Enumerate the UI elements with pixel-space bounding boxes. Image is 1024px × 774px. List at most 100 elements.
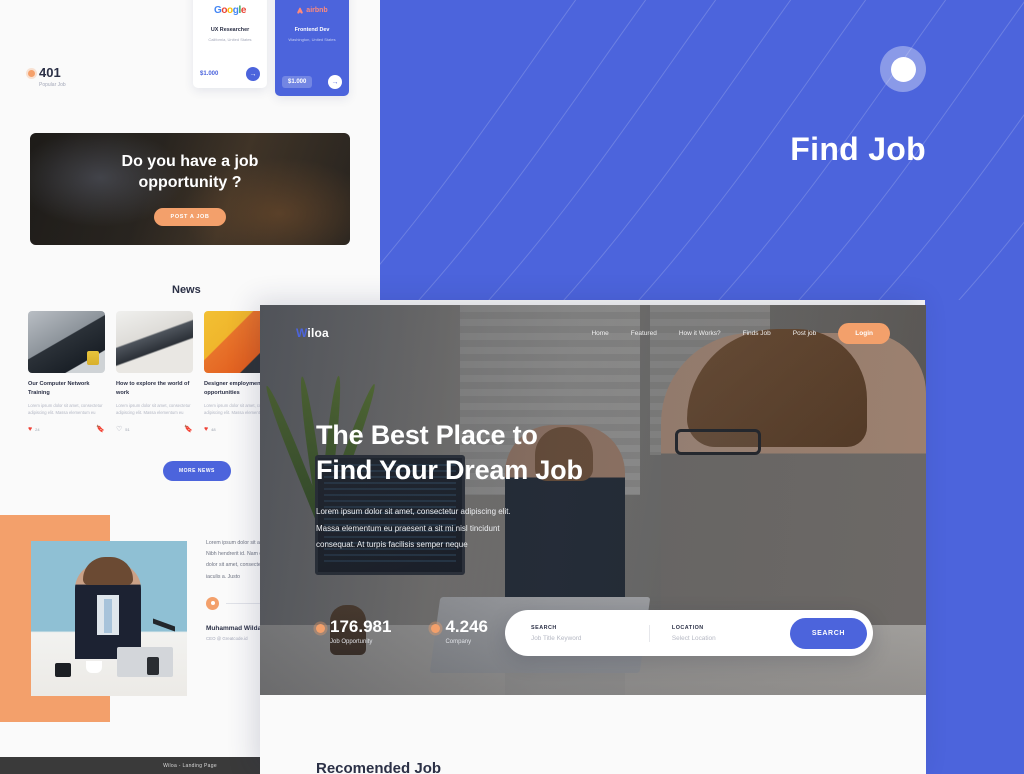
desk-object-left <box>55 663 71 677</box>
hero-stats: 176.981 Job Opportunity 4.246 Company <box>316 618 488 645</box>
search-label: SEARCH <box>531 624 557 631</box>
heart-filled-icon[interactable]: ♥ <box>204 426 208 433</box>
stat-value: 176.981 <box>330 617 392 636</box>
hero-title: The Best Place to Find Your Dream Job <box>316 418 583 487</box>
news-card-excerpt: Lorem ipsum dolor sit amet, consectetur … <box>116 403 191 416</box>
like-group[interactable]: ♥ 48 <box>204 426 216 433</box>
coffee-cup <box>86 661 102 673</box>
nav-item-post-job[interactable]: Post job <box>793 330 817 337</box>
job-card-salary: $1.000 <box>200 71 219 77</box>
like-group[interactable]: ♥ 24 <box>28 426 40 433</box>
location-label: LOCATION <box>671 624 704 631</box>
nav-item-finds-job[interactable]: Finds Job <box>743 330 771 337</box>
cta-banner: Do you have a job opportunity ? POST A J… <box>30 133 350 245</box>
news-card-meta: ♥ 24 🔖 <box>28 426 105 433</box>
news-card-title: Our Computer Network Training <box>28 381 90 396</box>
circle-badge-icon <box>880 46 926 92</box>
stat-company: 4.246 Company <box>431 618 488 645</box>
cta-title: Do you have a job opportunity ? <box>122 152 259 194</box>
cta-title-line2: opportunity ? <box>138 174 242 191</box>
testimonial-person-tie <box>104 599 112 633</box>
job-card-salary: $1.000 <box>282 76 313 88</box>
hero-section: Wiloa Home Featured How it Works? Finds … <box>260 305 926 695</box>
circle-badge-inner <box>890 56 916 82</box>
stat-dot-icon <box>431 624 441 633</box>
heart-filled-icon[interactable]: ♥ <box>28 426 32 433</box>
stat-label: Job Opportunity <box>330 639 373 645</box>
hero-paragraph: Lorem ipsum dolor sit amet, consectetur … <box>316 504 583 554</box>
bookmark-icon[interactable]: 🔖 <box>184 426 193 433</box>
nav-item-how-it-works[interactable]: How it Works? <box>679 330 721 337</box>
more-news-button[interactable]: MORE NEWS <box>163 461 231 481</box>
hero-paragraph-line2: Massa elementum eu praesent a sit mi nis… <box>316 523 500 533</box>
stat-label: Company <box>445 639 472 645</box>
hero-title-line2: Find Your Dream Job <box>316 454 583 485</box>
hero-paragraph-line3: consequat. At turpis facilisis semper ne… <box>316 540 468 550</box>
arrow-right-icon[interactable]: → <box>246 67 260 81</box>
search-location-field[interactable]: LOCATION Select Location <box>648 624 790 642</box>
laptop <box>117 647 173 677</box>
login-button[interactable]: Login <box>838 322 890 344</box>
wave-lines-decoration <box>380 0 1024 300</box>
hero-copy: The Best Place to Find Your Dream Job Lo… <box>316 418 583 554</box>
like-count: 48 <box>211 426 216 432</box>
landing-page-mockup: Wiloa Home Featured How it Works? Finds … <box>260 305 926 774</box>
hero-title-line1: The Best Place to <box>316 420 538 450</box>
stat-job-opportunity: 176.981 Job Opportunity <box>316 618 391 645</box>
nav-item-featured[interactable]: Featured <box>631 330 657 337</box>
stat-dot-icon <box>28 70 35 77</box>
like-count: 51 <box>125 426 130 432</box>
news-card[interactable]: Our Computer Network Training Lorem ipsu… <box>28 311 105 433</box>
cta-title-line1: Do you have a job <box>121 153 259 171</box>
google-logo: Google <box>213 4 247 16</box>
airbnb-logo: airbnb <box>296 5 328 16</box>
recommended-job-heading: Recomended Job <box>316 760 442 774</box>
job-card-title: UX Researcher <box>210 27 250 33</box>
like-group[interactable]: ♡ 51 <box>116 426 130 433</box>
job-card-list: Google UX Researcher California, United … <box>193 0 349 96</box>
news-thumbnail <box>28 311 105 373</box>
navbar: Wiloa Home Featured How it Works? Finds … <box>260 305 926 361</box>
job-search-bar: SEARCH Job Title Keyword LOCATION Select… <box>505 610 873 656</box>
job-card-title: Frontend Dev <box>294 27 330 33</box>
search-keyword-field[interactable]: SEARCH Job Title Keyword <box>531 625 649 642</box>
nav-links: Home Featured How it Works? Finds Job Po… <box>591 322 890 344</box>
blue-backdrop-panel-lower <box>925 300 1024 774</box>
job-card-footer: $1.000 → <box>282 75 342 89</box>
testimonial-person-hair <box>83 557 133 585</box>
arrow-right-icon[interactable]: → <box>328 75 342 89</box>
stat-dot-icon <box>316 624 325 633</box>
job-card-airbnb[interactable]: airbnb Frontend Dev Washington, United S… <box>275 0 349 96</box>
job-card-google[interactable]: Google UX Researcher California, United … <box>193 0 267 88</box>
testimonial-photo <box>31 541 187 696</box>
search-button[interactable]: SEARCH <box>789 617 868 649</box>
blue-backdrop-panel <box>380 0 1024 300</box>
desk-lamp <box>153 601 175 649</box>
stat-value: 4.246 <box>445 617 488 636</box>
popular-job-stat: 401 Popular Job <box>28 66 66 88</box>
news-card[interactable]: How to explore the world of work Lorem i… <box>116 311 193 433</box>
search-input[interactable]: Job Title Keyword <box>531 635 649 642</box>
news-card-title: How to explore the world of work <box>116 381 190 396</box>
job-card-location: California, United States <box>208 37 252 42</box>
news-card-list: Our Computer Network Training Lorem ipsu… <box>28 311 281 433</box>
testimonial-bullet-icon <box>206 596 219 610</box>
popular-job-label: Popular Job <box>39 82 66 88</box>
post-a-job-button[interactable]: POST A JOB <box>153 207 227 226</box>
footer-caption: Wiloa - Landing Page <box>163 762 217 769</box>
news-card-excerpt: Lorem ipsum dolor sit amet, consectetur … <box>28 403 103 416</box>
nav-item-home[interactable]: Home <box>591 330 608 337</box>
bookmark-icon[interactable]: 🔖 <box>96 426 105 433</box>
popular-job-value: 401 <box>39 65 61 80</box>
news-heading: News <box>172 284 201 296</box>
site-logo[interactable]: Wiloa <box>296 326 329 340</box>
logo-rest: iloa <box>307 326 329 340</box>
news-thumbnail <box>116 311 193 373</box>
heart-outline-icon[interactable]: ♡ <box>116 426 122 433</box>
job-card-location: Washington, United States <box>288 37 336 42</box>
job-card-footer: $1.000 → <box>200 67 260 81</box>
news-card-meta: ♡ 51 🔖 <box>116 426 193 433</box>
like-count: 24 <box>35 426 40 432</box>
location-input[interactable]: Select Location <box>672 635 790 642</box>
panel-title: Find Job <box>790 131 926 167</box>
